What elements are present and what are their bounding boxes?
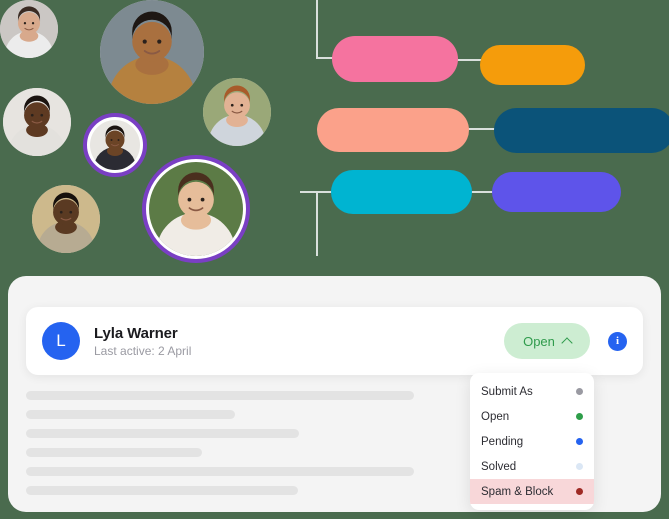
skeleton-line [26,486,298,495]
avatar-man-jacket[interactable] [100,0,204,104]
menu-item-label: Submit As [481,385,533,398]
menu-item-pending[interactable]: Pending [470,429,594,454]
menu-item-label: Pending [481,435,524,448]
pill-salmon[interactable] [317,108,469,152]
avatar-image [90,120,140,170]
menu-item-spam-block[interactable]: Spam & Block [470,479,594,504]
connector-line [316,191,318,256]
status-dot-icon [576,438,583,445]
ticket-header-card: L Lyla Warner Last active: 2 April Open … [26,307,643,375]
avatar-cluster [0,0,300,276]
avatar-woman-blazer[interactable] [203,78,271,146]
pill-pink[interactable] [332,36,458,82]
menu-item-label: Open [481,410,510,423]
avatar-image [149,162,243,256]
message-skeleton [26,391,446,505]
conversation-panel: L Lyla Warner Last active: 2 April Open … [8,276,661,512]
avatar-woman-smiling[interactable] [0,0,58,58]
page-title: Lyla Warner [94,324,178,342]
pill-orange[interactable] [480,45,585,85]
skeleton-line [26,410,235,419]
connector-line [316,0,318,59]
menu-item-open[interactable]: Open [470,404,594,429]
skeleton-line [26,467,414,476]
status-dropdown-menu[interactable]: Submit As Open Pending Solved Spam & Block [470,373,594,510]
skeleton-line [26,448,202,457]
chevron-up-icon [561,337,573,349]
info-icon[interactable]: i [608,331,627,351]
menu-item-submit-as[interactable]: Submit As [470,379,594,404]
menu-item-label: Spam & Block [481,485,554,498]
status-dot-icon [576,488,583,495]
status-badge: Open [523,333,555,349]
pill-navy[interactable] [494,108,669,153]
menu-item-solved[interactable]: Solved [470,454,594,479]
status-dot-icon [576,463,583,470]
status-dot-icon [576,388,583,395]
status-dropdown-button[interactable]: Open [504,323,590,359]
user-meta: Lyla Warner Last active: 2 April [94,325,504,358]
avatar-woman-dog-selected[interactable] [142,155,250,263]
skeleton-line [26,429,299,438]
avatar-man-suit-selected[interactable] [83,113,147,177]
avatar-man-beard[interactable] [32,185,100,253]
pill-purple[interactable] [492,172,621,212]
menu-item-label: Solved [481,460,517,473]
skeleton-line [26,391,414,400]
status-dot-icon [576,413,583,420]
avatar: L [42,322,80,360]
avatar-man-hoodie[interactable] [3,88,71,156]
last-active-text: Last active: 2 April [94,343,192,358]
screenshot-root: L Lyla Warner Last active: 2 April Open … [0,0,669,519]
pill-cyan[interactable] [331,170,472,214]
